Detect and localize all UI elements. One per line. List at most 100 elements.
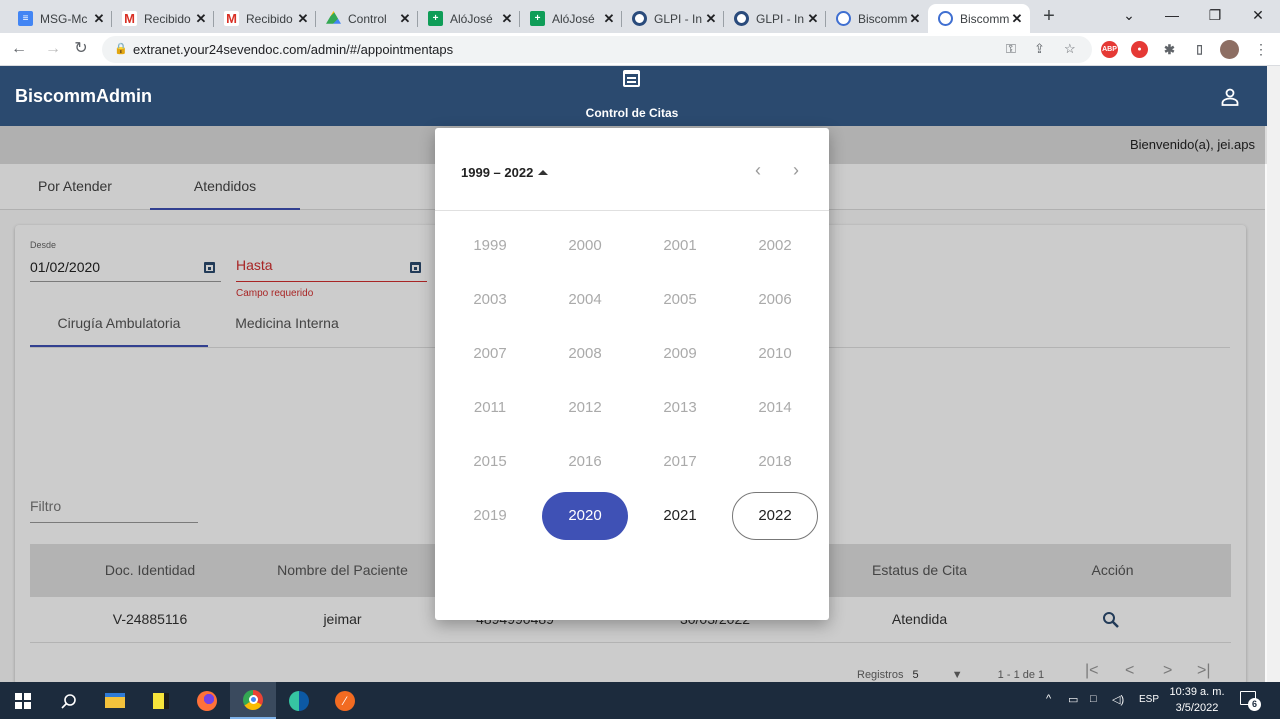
- period-button[interactable]: 1999 – 2022: [461, 165, 549, 180]
- close-icon[interactable]: ✕: [398, 11, 412, 27]
- network-icon[interactable]: ▭: [1068, 693, 1078, 706]
- url-field[interactable]: 🔒 extranet.your24sevendoc.com/admin/#/ap…: [102, 36, 1092, 63]
- year-cell: 2001: [663, 237, 697, 254]
- close-icon[interactable]: ✕: [194, 11, 208, 27]
- biscomm-icon: [938, 11, 953, 26]
- browser-tab[interactable]: ≡ MSG-Mc ✕: [8, 4, 112, 33]
- tab-title: Recibido: [144, 11, 191, 26]
- tab-title: Recibido: [246, 11, 293, 26]
- app-icon[interactable]: ⁄: [322, 682, 368, 719]
- back-icon[interactable]: ←: [8, 38, 30, 60]
- browser-tab[interactable]: Biscomm ✕: [826, 4, 928, 33]
- sticky-notes-icon[interactable]: [138, 682, 184, 719]
- page-title: Control de Citas: [585, 106, 679, 120]
- adblock-icon[interactable]: ABP: [1101, 41, 1118, 58]
- year-cell[interactable]: 2021: [637, 492, 723, 540]
- close-icon[interactable]: ✕: [602, 11, 616, 27]
- next-icon[interactable]: ›: [793, 160, 799, 181]
- minimize-icon[interactable]: —: [1157, 3, 1187, 27]
- docs-icon: ≡: [18, 11, 33, 26]
- reload-icon[interactable]: ↻: [70, 38, 92, 60]
- year-cell: 2005: [663, 291, 697, 308]
- year-cell: 2017: [663, 453, 697, 470]
- close-icon[interactable]: ✕: [1010, 11, 1024, 27]
- close-icon[interactable]: ✕: [704, 11, 718, 27]
- restore-icon[interactable]: ❐: [1200, 3, 1230, 27]
- share-icon[interactable]: ⇪: [1034, 41, 1045, 57]
- browser-tab[interactable]: M Recibido ✕: [214, 4, 316, 33]
- sidebar-icon[interactable]: ▯: [1191, 41, 1208, 58]
- tab-title: GLPI - In: [756, 11, 805, 26]
- year-cell-current[interactable]: 2022: [732, 492, 818, 540]
- browser-tab-active[interactable]: Biscomm ✕: [928, 4, 1030, 33]
- new-tab-button[interactable]: +: [1038, 5, 1060, 27]
- address-bar: ← → ↻ 🔒 extranet.your24sevendoc.com/admi…: [0, 33, 1280, 66]
- close-icon[interactable]: ✕: [500, 11, 514, 27]
- browser-tab[interactable]: GLPI - In ✕: [622, 4, 724, 33]
- period-label: 1999 – 2022: [461, 165, 534, 180]
- clock-time[interactable]: 10:39 a. m.: [1168, 686, 1226, 698]
- file-explorer-icon[interactable]: [92, 682, 138, 719]
- close-window-icon[interactable]: ✕: [1243, 3, 1273, 27]
- year-cell: 2018: [758, 453, 792, 470]
- close-icon[interactable]: ✕: [92, 11, 106, 27]
- tab-title: Control: [348, 11, 387, 26]
- taskbar: ⁄ ^ ▭ □ ◁) ESP 10:39 a. m. 3/5/2022 6: [0, 682, 1280, 719]
- year-cell: 2007: [473, 345, 507, 362]
- tab-title: AlóJosé: [552, 11, 595, 26]
- year-cell: 2004: [568, 291, 602, 308]
- previous-icon[interactable]: ‹: [755, 160, 761, 181]
- browser-tab[interactable]: Control ✕: [316, 4, 418, 33]
- caret-up-icon: [538, 170, 549, 175]
- clock-date[interactable]: 3/5/2022: [1168, 702, 1226, 714]
- display-icon[interactable]: □: [1090, 693, 1097, 705]
- chevron-up-icon[interactable]: ^: [1046, 693, 1051, 705]
- user-icon[interactable]: [1221, 88, 1239, 106]
- year-cell: 2011: [473, 399, 507, 416]
- extension-icon[interactable]: ●: [1131, 41, 1148, 58]
- gmail-icon: M: [122, 11, 137, 26]
- volume-icon[interactable]: ◁): [1112, 693, 1124, 706]
- profile-avatar[interactable]: [1220, 40, 1239, 59]
- year-cell: 2008: [568, 345, 602, 362]
- app-brand[interactable]: BiscommAdmin: [15, 86, 152, 107]
- year-cell-selected[interactable]: 2020: [542, 492, 628, 540]
- gmail-icon: M: [224, 11, 239, 26]
- browser-tab[interactable]: GLPI - In ✕: [724, 4, 826, 33]
- glpi-icon: [632, 11, 647, 26]
- scrollbar[interactable]: [1267, 66, 1280, 682]
- year-cell: 2019: [473, 507, 507, 524]
- url-text: extranet.your24sevendoc.com/admin/#/appo…: [133, 42, 454, 57]
- glpi-icon: [734, 11, 749, 26]
- app-header: BiscommAdmin Control de Citas: [0, 66, 1280, 126]
- close-icon[interactable]: ✕: [296, 11, 310, 27]
- search-icon[interactable]: [46, 682, 92, 719]
- close-icon[interactable]: ✕: [806, 11, 820, 27]
- tab-search-icon[interactable]: ⌄: [1114, 3, 1144, 27]
- close-icon[interactable]: ✕: [908, 11, 922, 27]
- year-cell: 2015: [473, 453, 507, 470]
- browser-tab[interactable]: + AlóJosé ✕: [418, 4, 520, 33]
- firefox-icon[interactable]: [184, 682, 230, 719]
- forward-icon[interactable]: →: [42, 38, 64, 60]
- input-language[interactable]: ESP: [1139, 694, 1159, 705]
- star-icon[interactable]: ☆: [1064, 41, 1076, 57]
- chrome-icon[interactable]: [230, 682, 276, 719]
- notification-icon[interactable]: 6: [1240, 691, 1261, 711]
- year-cell: 2016: [568, 453, 602, 470]
- tab-title: Biscomm: [858, 11, 908, 26]
- year-cell: 1999: [473, 237, 507, 254]
- year-cell: 2010: [758, 345, 792, 362]
- year-cell: 2013: [663, 399, 697, 416]
- windows-start-icon[interactable]: [0, 682, 46, 719]
- key-icon[interactable]: ⚿: [1006, 41, 1016, 57]
- biscomm-icon: [836, 11, 851, 26]
- menu-icon[interactable]: ⋮: [1250, 38, 1272, 60]
- tab-title: Biscomm: [960, 11, 1010, 26]
- puzzle-icon[interactable]: ✱: [1161, 41, 1178, 58]
- browser-tab[interactable]: M Recibido ✕: [112, 4, 214, 33]
- edge-icon[interactable]: [276, 682, 322, 719]
- browser-tab[interactable]: + AlóJosé ✕: [520, 4, 622, 33]
- picker-divider: [435, 210, 829, 211]
- year-cell: 2012: [568, 399, 602, 416]
